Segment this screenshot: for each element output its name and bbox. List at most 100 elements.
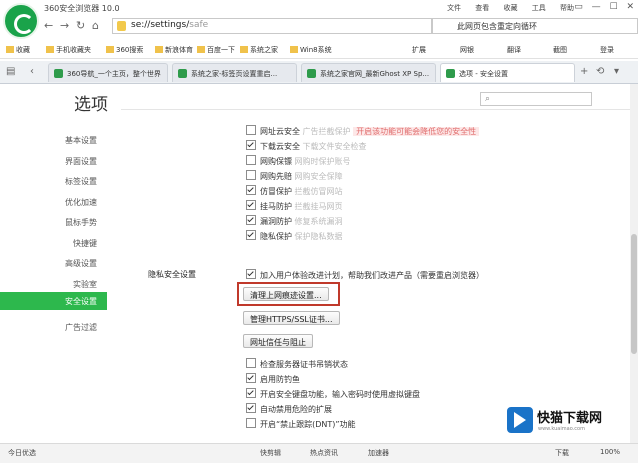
security-shield-icon xyxy=(117,21,126,31)
sidebar-item-optimize[interactable]: 优化加速 xyxy=(0,193,107,211)
menu-tools[interactable]: 工具 xyxy=(532,4,546,12)
login-button[interactable]: 登录 xyxy=(600,45,614,55)
checkbox[interactable] xyxy=(246,373,256,383)
status-clip[interactable]: 快剪辑 xyxy=(260,448,281,458)
bookmark-item[interactable]: 百度一下 xyxy=(197,45,235,55)
maximize-icon[interactable]: ☐ xyxy=(610,2,618,12)
new-tab-icon[interactable]: + xyxy=(580,66,588,77)
page-title: 选项 xyxy=(74,95,108,115)
menu-view[interactable]: 查看 xyxy=(475,4,489,12)
checkbox[interactable] xyxy=(246,200,256,210)
bookmark-item[interactable]: Win8系统 xyxy=(290,45,332,55)
setting-row[interactable]: 仿冒保护 拦截仿冒网站 xyxy=(246,185,343,197)
bookmark-item[interactable]: 手机收藏夹 xyxy=(46,45,91,55)
setting-row[interactable]: 挂马防护 拦截挂马网页 xyxy=(246,200,343,212)
highlight-box xyxy=(237,282,340,306)
scrollbar-thumb[interactable] xyxy=(631,234,637,354)
setting-row[interactable]: 网址云安全 广告拦截保护 开启该功能可能会降低您的安全性 xyxy=(246,125,480,137)
forward-icon[interactable]: → xyxy=(60,19,69,32)
translate-button[interactable]: 翻译 xyxy=(507,45,521,55)
address-bar[interactable]: se://settings/safe xyxy=(112,18,432,34)
tab-list-icon[interactable]: ▤ xyxy=(6,66,15,77)
tab-favicon-icon xyxy=(307,69,316,78)
watermark-logo-icon xyxy=(507,407,533,433)
bank-button[interactable]: 网银 xyxy=(460,45,474,55)
option-row[interactable]: 自动禁用危险的扩展 xyxy=(246,403,332,415)
checkbox[interactable] xyxy=(246,358,256,368)
sidebar-item-tabs[interactable]: 标签设置 xyxy=(0,172,107,190)
setting-row[interactable]: 网购先赔 网购安全保障 xyxy=(246,170,343,182)
url-trust-block-button[interactable]: 网址信任与阻止 xyxy=(243,334,313,348)
checkbox[interactable] xyxy=(246,185,256,195)
experience-plan-row[interactable]: 加入用户体验改进计划，帮助我们改进产品（需要重启浏览器） xyxy=(246,269,484,281)
skin-icon[interactable]: ▭ xyxy=(574,2,583,12)
menu-favorites[interactable]: 收藏 xyxy=(504,4,518,12)
checkbox[interactable] xyxy=(246,125,256,135)
checkbox[interactable] xyxy=(246,155,256,165)
bookmark-item[interactable]: 360搜索 xyxy=(106,45,143,55)
sidebar-item-security[interactable]: 安全设置 xyxy=(0,292,107,310)
tab-back-icon[interactable]: ‹ xyxy=(30,66,34,77)
sidebar-item-advanced[interactable]: 高级设置 xyxy=(0,254,107,272)
sidebar-item-shortcuts[interactable]: 快捷键 xyxy=(0,234,107,252)
search-text: 此网页包含重定向循环 xyxy=(457,22,537,31)
option-row[interactable]: 检查服务器证书吊销状态 xyxy=(246,358,348,370)
status-news[interactable]: 热点资讯 xyxy=(310,448,338,458)
setting-row[interactable]: 下载云安全 下载文件安全检查 xyxy=(246,140,367,152)
page-scrollbar[interactable] xyxy=(630,84,638,443)
app-title: 360安全浏览器 10.0 xyxy=(44,4,120,13)
tab-bar: ▤ ‹ 360导航_一个主页，整个世界 系统之家-标签页设置重启... 系统之家… xyxy=(0,61,638,84)
tab-xtzj-home[interactable]: 系统之家官网_最新Ghost XP Sp... xyxy=(301,63,436,82)
close-icon[interactable]: ✕ xyxy=(626,2,634,12)
menu-file[interactable]: 文件 xyxy=(447,4,461,12)
back-icon[interactable]: ← xyxy=(44,19,53,32)
status-zoom[interactable]: 100% xyxy=(600,448,620,456)
status-daily-picks[interactable]: 今日优选 xyxy=(8,448,36,458)
sidebar-item-adblock[interactable]: 广告过滤 xyxy=(0,318,107,336)
checkbox[interactable] xyxy=(246,215,256,225)
checkbox[interactable] xyxy=(246,403,256,413)
tab-xtzj-settings[interactable]: 系统之家-标签页设置重启... xyxy=(172,63,297,82)
sidebar-item-interface[interactable]: 界面设置 xyxy=(0,152,107,170)
option-row[interactable]: 开启“禁止跟踪(DNT)”功能 xyxy=(246,418,356,430)
setting-row[interactable]: 漏洞防护 修复系统漏洞 xyxy=(246,215,343,227)
restore-tab-icon[interactable]: ⟲ xyxy=(596,66,604,77)
tab-favicon-icon xyxy=(178,69,187,78)
manage-certificates-button[interactable]: 管理HTTPS/SSL证书... xyxy=(243,311,340,325)
sidebar-item-gestures[interactable]: 鼠标手势 xyxy=(0,213,107,231)
extension-button[interactable]: 扩展 xyxy=(412,45,426,55)
checkbox[interactable] xyxy=(246,170,256,180)
watermark: 快猫下载网 www.kuaimao.com xyxy=(507,405,631,439)
settings-search-input[interactable]: ⌕ xyxy=(480,92,592,106)
search-box[interactable]: 此网页包含重定向循环 xyxy=(432,18,638,34)
bookmark-item[interactable]: 收藏 xyxy=(6,45,30,55)
refresh-icon[interactable]: ↻ xyxy=(76,19,85,32)
checkbox[interactable] xyxy=(246,140,256,150)
setting-row[interactable]: 隐私保护 保护隐私数据 xyxy=(246,230,343,242)
tab-options-security[interactable]: 选项 - 安全设置 xyxy=(440,63,575,82)
status-download[interactable]: 下载 xyxy=(555,448,569,458)
nav-bar: ← → ↻ ⌂ se://settings/safe 此网页包含重定向循环 xyxy=(40,17,638,35)
tab-favicon-icon xyxy=(54,69,63,78)
sidebar-item-basic[interactable]: 基本设置 xyxy=(0,131,107,149)
warning-text: 开启该功能可能会降低您的安全性 xyxy=(353,127,480,136)
setting-row[interactable]: 网购保镖 网购时保护账号 xyxy=(246,155,351,167)
status-bar: 今日优选 快剪辑 热点资讯 加速器 下载 100% xyxy=(0,443,638,463)
option-row[interactable]: 开启安全键盘功能，输入密码时使用虚拟键盘 xyxy=(246,388,420,400)
sidebar-item-lab[interactable]: 实验室 xyxy=(0,275,107,293)
tab-favicon-icon xyxy=(446,69,455,78)
checkbox[interactable] xyxy=(246,388,256,398)
checkbox[interactable] xyxy=(246,269,256,279)
checkbox[interactable] xyxy=(246,230,256,240)
checkbox[interactable] xyxy=(246,418,256,428)
tab-menu-icon[interactable]: ▾ xyxy=(614,66,619,77)
bookmark-item[interactable]: 新浪体育 xyxy=(155,45,193,55)
title-menu: 文件 查看 收藏 工具 帮助 xyxy=(435,3,574,13)
screenshot-button[interactable]: 截图 xyxy=(553,45,567,55)
minimize-icon[interactable]: — xyxy=(592,2,601,12)
status-accelerator[interactable]: 加速器 xyxy=(368,448,389,458)
tab-360-nav[interactable]: 360导航_一个主页，整个世界 xyxy=(48,63,168,82)
bookmark-item[interactable]: 系统之家 xyxy=(240,45,278,55)
home-icon[interactable]: ⌂ xyxy=(92,19,99,32)
option-row[interactable]: 启用防钓鱼 xyxy=(246,373,300,385)
